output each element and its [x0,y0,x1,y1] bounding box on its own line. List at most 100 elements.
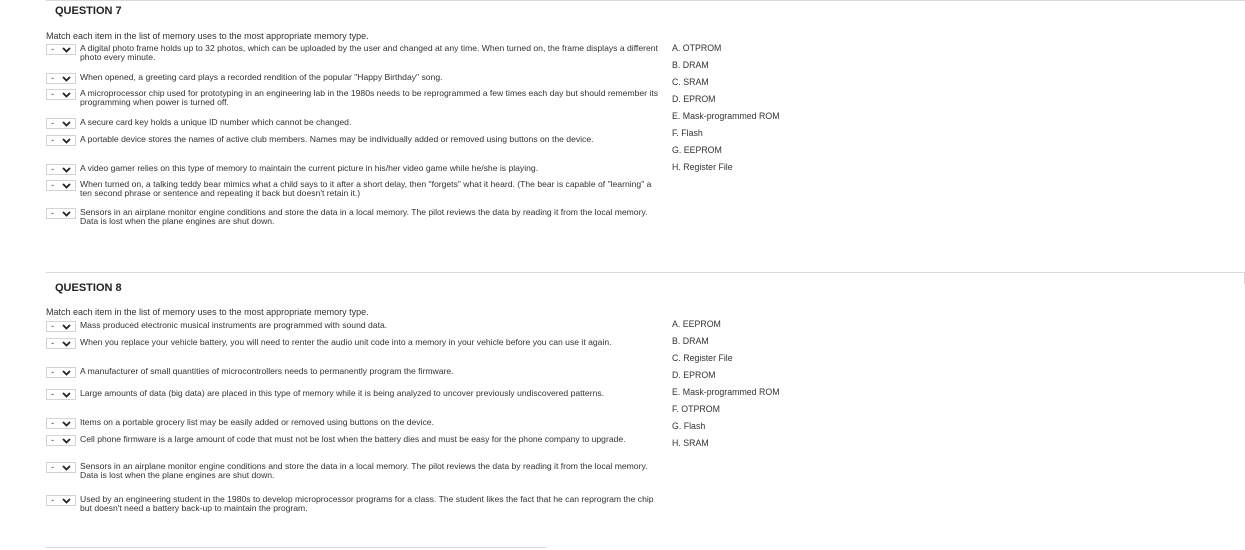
chevron-down-icon [58,437,75,444]
chevron-down-icon [58,75,75,82]
q8-match-item: - Cell phone firmware is a large amount … [46,434,666,446]
q8-item-text-1: Mass produced electronic musical instrum… [80,320,388,330]
top-divider [46,0,1245,1]
select-value: - [51,389,55,399]
bottom-divider [46,547,546,548]
question-7-instruction: Match each item in the list of memory us… [46,31,369,41]
q7-answer-select-6[interactable]: - [46,164,76,175]
q7-item-text-1: A digital photo frame holds up to 32 pho… [80,43,658,63]
q8-match-item: - A manufacturer of small quantities of … [46,366,666,378]
q7-answer-option: F. Flash [672,128,703,138]
chevron-down-icon [58,182,75,189]
q7-item-text-5: A portable device stores the names of ac… [80,134,594,144]
q7-match-item: - A digital photo frame holds up to 32 p… [46,43,666,63]
question-7-title: QUESTION 7 [55,5,122,17]
select-value: - [51,180,55,190]
chevron-down-icon [58,391,75,398]
q8-match-item: - Large amounts of data (big data) are p… [46,388,666,400]
q8-item-text-7: Sensors in an airplane monitor engine co… [80,461,648,481]
select-value: - [51,462,55,472]
chevron-down-icon [58,464,75,471]
q7-answer-option: E. Mask-programmed ROM [672,111,780,121]
q7-item-text-3: A microprocessor chip used for prototypi… [80,88,659,108]
select-value: - [51,338,55,348]
select-value: - [51,495,55,505]
q7-match-item: - When turned on, a talking teddy bear m… [46,179,666,199]
q8-answer-option: B. DRAM [672,336,709,346]
select-value: - [51,73,55,83]
q8-answer-option: F. OTPROM [672,404,720,414]
chevron-down-icon [58,420,75,427]
select-value: - [51,435,55,445]
select-value: - [51,208,55,218]
chevron-down-icon [58,497,75,504]
q8-answer-select-7[interactable]: - [46,462,76,473]
q7-match-item: - A secure card key holds a unique ID nu… [46,117,666,129]
q8-item-text-4: Large amounts of data (big data) are pla… [80,388,605,398]
q7-answer-select-2[interactable]: - [46,73,76,84]
q8-match-item: - Mass produced electronic musical instr… [46,320,666,332]
question-8-instruction: Match each item in the list of memory us… [46,307,369,317]
q7-answer-option: D. EPROM [672,94,716,104]
q8-item-text-8: Used by an engineering student in the 19… [80,494,654,514]
q7-match-item: - A video gamer relies on this type of m… [46,163,666,175]
chevron-down-icon [58,91,75,98]
q7-match-item: - A portable device stores the names of … [46,134,666,146]
q8-match-item: - When you replace your vehicle battery,… [46,337,666,349]
chevron-down-icon [58,340,75,347]
q7-answer-select-1[interactable]: - [46,44,76,55]
q7-answer-select-3[interactable]: - [46,89,76,100]
q7-answer-select-4[interactable]: - [46,118,76,129]
q8-match-item: - Items on a portable grocery list may b… [46,417,666,429]
q7-answer-option: H. Register File [672,162,733,172]
q8-answer-option: D. EPROM [672,370,716,380]
q8-answer-select-8[interactable]: - [46,495,76,506]
q8-item-text-3: A manufacturer of small quantities of mi… [80,366,454,376]
chevron-down-icon [58,120,75,127]
select-value: - [51,164,55,174]
chevron-down-icon [58,369,75,376]
chevron-down-icon [58,323,75,330]
q8-answer-select-6[interactable]: - [46,435,76,446]
q8-answer-select-1[interactable]: - [46,321,76,332]
q7-item-text-8: Sensors in an airplane monitor engine co… [80,207,648,227]
q7-item-text-2: When opened, a greeting card plays a rec… [80,72,443,82]
q7-answer-option: C. SRAM [672,77,709,87]
chevron-down-icon [58,210,75,217]
q7-item-text-7: When turned on, a talking teddy bear mim… [80,179,652,199]
q8-answer-option: A. EEPROM [672,319,721,329]
select-value: - [51,44,55,54]
q8-answer-select-5[interactable]: - [46,418,76,429]
q7-answer-option: B. DRAM [672,60,709,70]
select-value: - [51,118,55,128]
select-value: - [51,321,55,331]
q7-item-text-6: A video gamer relies on this type of mem… [80,163,539,173]
q7-answer-select-8[interactable]: - [46,208,76,219]
section-divider [46,272,1245,273]
select-value: - [51,418,55,428]
chevron-down-icon [58,166,75,173]
question-8-title: QUESTION 8 [55,282,122,294]
q8-answer-option: C. Register File [672,353,733,363]
q8-answer-option: G. Flash [672,421,706,431]
q8-answer-select-4[interactable]: - [46,389,76,400]
q7-match-item: - A microprocessor chip used for prototy… [46,88,666,108]
q8-answer-option: E. Mask-programmed ROM [672,387,780,397]
select-value: - [51,135,55,145]
chevron-down-icon [58,137,75,144]
q7-answer-select-5[interactable]: - [46,135,76,146]
q7-answer-option: A. OTPROM [672,43,722,53]
q8-answer-select-3[interactable]: - [46,367,76,378]
select-value: - [51,367,55,377]
q8-item-text-6: Cell phone firmware is a large amount of… [80,434,626,444]
select-value: - [51,89,55,99]
q8-answer-select-2[interactable]: - [46,338,76,349]
q7-answer-select-7[interactable]: - [46,180,76,191]
chevron-down-icon [58,46,75,53]
q7-answer-option: G. EEPROM [672,145,722,155]
q7-item-text-4: A secure card key holds a unique ID numb… [80,117,352,127]
q8-match-item: - Used by an engineering student in the … [46,494,666,514]
q8-item-text-5: Items on a portable grocery list may be … [80,417,434,427]
q7-match-item: - Sensors in an airplane monitor engine … [46,207,666,227]
q7-match-item: - When opened, a greeting card plays a r… [46,72,666,84]
